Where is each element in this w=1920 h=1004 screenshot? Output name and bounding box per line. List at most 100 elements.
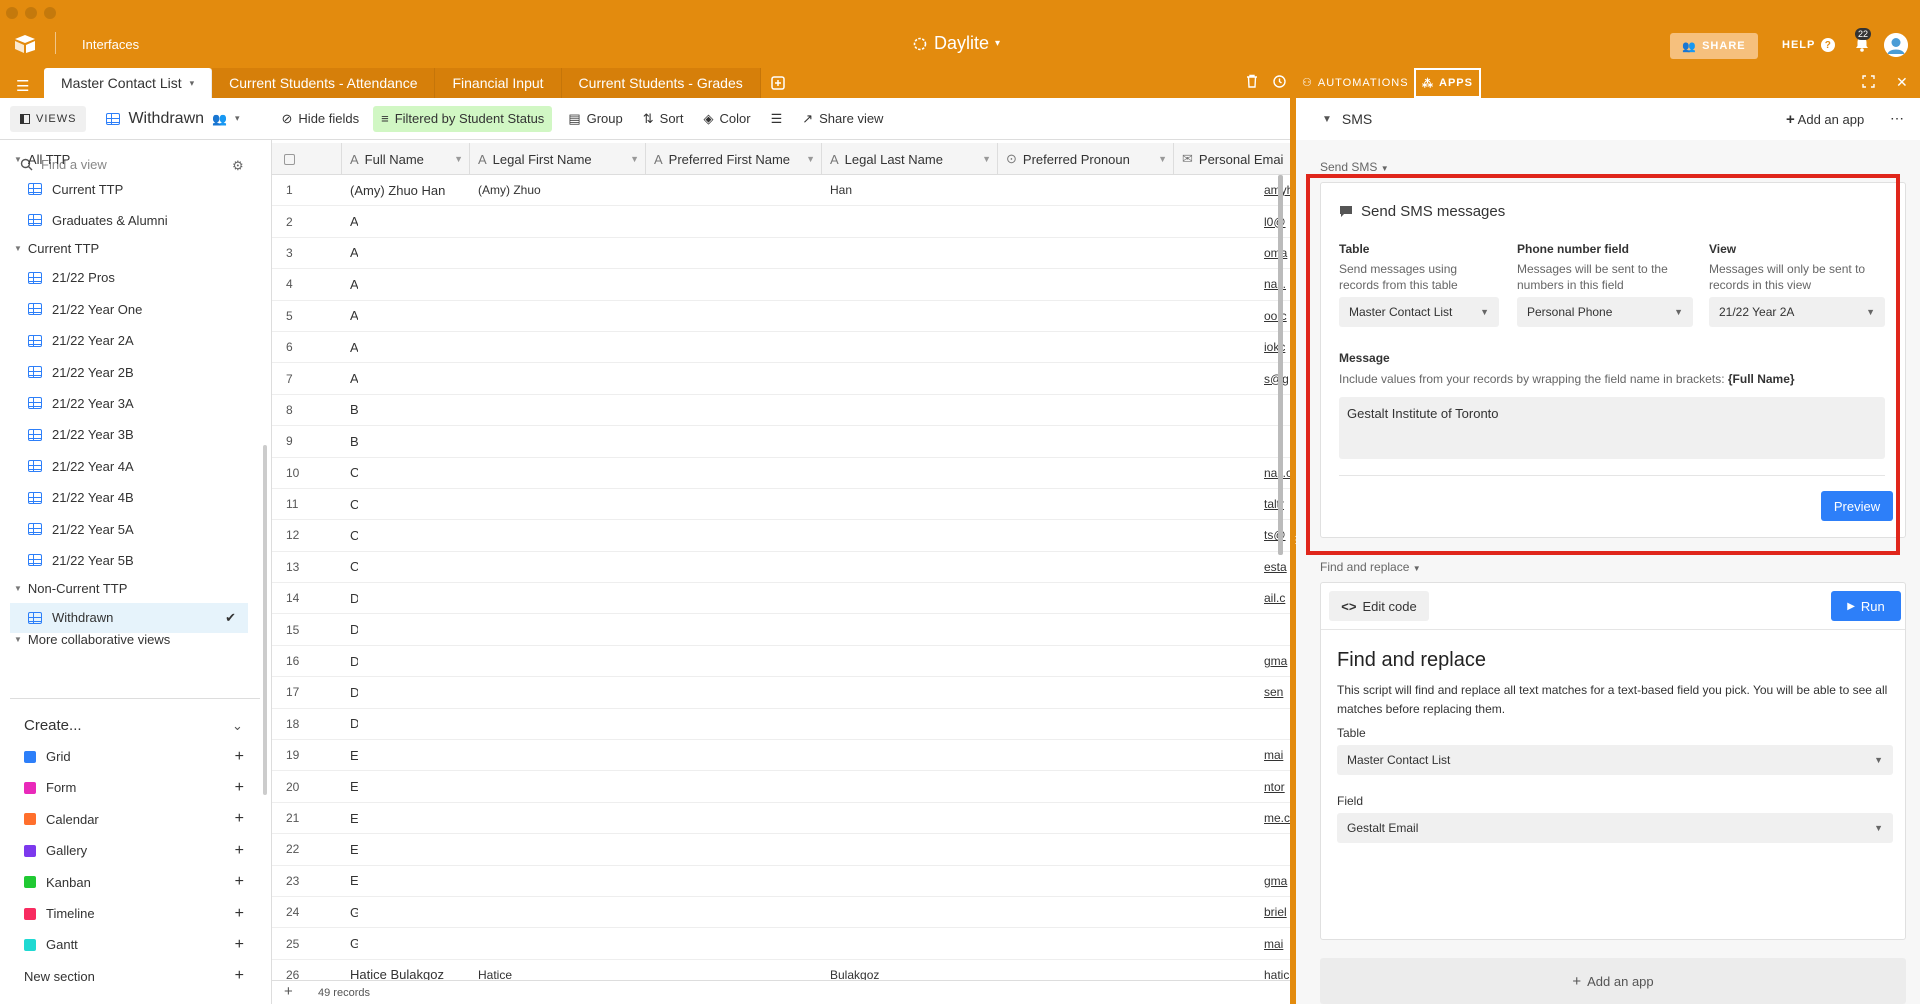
share-view-button[interactable]: ↗ Share view bbox=[794, 106, 891, 132]
sidebar-view-item[interactable]: 21/22 Year 4A bbox=[10, 451, 248, 481]
table-row[interactable]: 11 Ca taltr bbox=[272, 489, 1290, 521]
cell-personal-email[interactable]: sen bbox=[1264, 685, 1290, 699]
column-header-full-name[interactable]: A Full Name ▼ bbox=[342, 143, 470, 175]
table-row[interactable]: 6 Ar iokc bbox=[272, 332, 1290, 364]
phone-field-select[interactable]: Personal Phone ▼ bbox=[1517, 297, 1693, 327]
user-avatar[interactable] bbox=[1884, 33, 1908, 57]
table-row[interactable]: 25 Gr mai bbox=[272, 928, 1290, 960]
add-app-button[interactable]: + Add an app bbox=[1786, 111, 1864, 128]
cell-full-name[interactable]: Da bbox=[342, 654, 358, 669]
sidebar-scrollbar[interactable] bbox=[263, 445, 267, 795]
fr-table-select[interactable]: Master Contact List ▼ bbox=[1337, 745, 1893, 775]
cell-full-name[interactable]: Ec bbox=[342, 748, 358, 763]
create-view-header[interactable]: Create... bbox=[24, 717, 82, 734]
cell-personal-email[interactable]: ts@ bbox=[1264, 528, 1290, 542]
grid-scrollbar[interactable] bbox=[1278, 175, 1283, 555]
run-button[interactable]: ▶ Run bbox=[1831, 591, 1901, 621]
cell-full-name[interactable]: Er bbox=[342, 842, 358, 857]
table-row[interactable]: 24 Ga briel bbox=[272, 897, 1290, 929]
cell-full-name[interactable]: Ca bbox=[342, 497, 358, 512]
sidebar-view-item[interactable]: Graduates & Alumni bbox=[10, 205, 248, 235]
more-icon[interactable]: ⋯ bbox=[1890, 110, 1904, 127]
create-gantt-view[interactable]: Gantt + bbox=[24, 936, 244, 953]
sidebar-section-header[interactable]: ▼ Non-Current TTP bbox=[14, 581, 127, 596]
cell-personal-email[interactable]: mai bbox=[1264, 748, 1290, 762]
share-button[interactable]: 👥 SHARE bbox=[1670, 33, 1758, 59]
cell-full-name[interactable]: Cl bbox=[342, 559, 358, 574]
table-row[interactable]: 12 Ca ts@ bbox=[272, 520, 1290, 552]
gear-icon[interactable]: ⚙ bbox=[232, 158, 244, 174]
table-row[interactable]: 19 Ec mai bbox=[272, 740, 1290, 772]
fr-field-select[interactable]: Gestalt Email ▼ bbox=[1337, 813, 1893, 843]
cell-personal-email[interactable]: ntor bbox=[1264, 780, 1290, 794]
add-app-bottom-button[interactable]: + Add an app bbox=[1320, 958, 1906, 1004]
table-row[interactable]: 15 Da bbox=[272, 614, 1290, 646]
table-select[interactable]: Master Contact List ▼ bbox=[1339, 297, 1499, 327]
help-button[interactable]: HELP ? bbox=[1782, 38, 1836, 52]
select-all-checkbox[interactable] bbox=[272, 143, 342, 175]
tab-current-students-attendance[interactable]: Current Students - Attendance bbox=[212, 68, 436, 98]
cell-legal-last-name[interactable]: Han bbox=[822, 183, 998, 197]
cell-personal-email[interactable]: amyhan1997@gm bbox=[1264, 183, 1290, 197]
minimize-window-button[interactable] bbox=[25, 7, 37, 19]
cell-full-name[interactable]: Er bbox=[342, 811, 358, 826]
sidebar-view-item[interactable]: 21/22 Year 2A bbox=[10, 326, 248, 356]
cell-personal-email[interactable]: taltr bbox=[1264, 497, 1290, 511]
table-row[interactable]: 18 Do bbox=[272, 709, 1290, 741]
hamburger-menu-icon[interactable]: ☰ bbox=[16, 77, 29, 95]
chevron-down-icon[interactable]: ▼ bbox=[1322, 114, 1332, 125]
base-name-dropdown[interactable]: Daylite ▾ bbox=[912, 33, 1000, 54]
cell-full-name[interactable]: Ca bbox=[342, 528, 358, 543]
views-toggle-button[interactable]: VIEWS bbox=[10, 105, 87, 132]
table-row[interactable]: 8 Bi bbox=[272, 395, 1290, 427]
cell-full-name[interactable]: Ar bbox=[342, 308, 358, 323]
cell-personal-email[interactable]: esta bbox=[1264, 560, 1290, 574]
cell-full-name[interactable]: Ar bbox=[342, 340, 358, 355]
column-header-legal-last-name[interactable]: A Legal Last Name ▼ bbox=[822, 143, 998, 175]
cell-personal-email[interactable]: mai bbox=[1264, 937, 1290, 951]
table-row[interactable]: 9 Br bbox=[272, 426, 1290, 458]
maximize-window-button[interactable] bbox=[44, 7, 56, 19]
table-row[interactable]: 5 Ar oo.c bbox=[272, 301, 1290, 332]
tab-master-contact-list[interactable]: Master Contact List ▾ bbox=[44, 68, 213, 98]
close-window-button[interactable] bbox=[6, 7, 18, 19]
tab-current-students-grades[interactable]: Current Students - Grades bbox=[561, 68, 761, 98]
create-form-view[interactable]: Form + bbox=[24, 779, 244, 796]
sidebar-view-item[interactable]: 21/22 Year 4B bbox=[10, 483, 248, 513]
cell-full-name[interactable]: Al bbox=[342, 277, 358, 292]
automations-button[interactable]: ⚇ AUTOMATIONS bbox=[1302, 76, 1409, 90]
sidebar-view-item[interactable]: 21/22 Year 5B bbox=[10, 545, 248, 575]
sidebar-view-item[interactable]: Withdrawn ✔ bbox=[10, 602, 248, 633]
table-row[interactable]: 7 Ar s@g bbox=[272, 363, 1290, 395]
column-header-preferred-first-name[interactable]: A Preferred First Name ▼ bbox=[646, 143, 822, 175]
table-row[interactable]: 16 Da gma bbox=[272, 646, 1290, 678]
table-row[interactable]: 17 De sen bbox=[272, 677, 1290, 709]
cell-personal-email[interactable]: oo.c bbox=[1264, 309, 1290, 323]
chevron-down-icon[interactable]: ⌄ bbox=[232, 718, 243, 734]
tab-financial-input[interactable]: Financial Input bbox=[435, 68, 562, 98]
table-row[interactable]: 20 Eli ntor bbox=[272, 771, 1290, 803]
sidebar-section-header[interactable]: ▼ More collaborative views bbox=[14, 634, 170, 644]
create-timeline-view[interactable]: Timeline + bbox=[24, 905, 244, 922]
cell-legal-first-name[interactable]: (Amy) Zhuo bbox=[470, 183, 822, 197]
new-section-button[interactable]: New section + bbox=[24, 967, 244, 984]
table-row[interactable]: 3 Al oma bbox=[272, 238, 1290, 270]
cell-personal-email[interactable]: iokc bbox=[1264, 340, 1290, 354]
create-kanban-view[interactable]: Kanban + bbox=[24, 873, 244, 890]
cell-full-name[interactable]: Eu bbox=[342, 873, 358, 888]
sidebar-view-item[interactable]: 21/22 Pros bbox=[10, 263, 248, 293]
cell-personal-email[interactable]: gma bbox=[1264, 654, 1290, 668]
cell-personal-email[interactable]: gma bbox=[1264, 874, 1290, 888]
sidebar-view-item[interactable]: 21/22 Year 3A bbox=[10, 388, 248, 418]
sms-app-label[interactable]: Send SMS ▼ bbox=[1320, 160, 1389, 174]
cell-full-name[interactable]: Al bbox=[342, 245, 358, 260]
edit-code-button[interactable]: <> Edit code bbox=[1329, 591, 1429, 621]
add-table-button[interactable] bbox=[770, 68, 785, 98]
hide-fields-button[interactable]: ⊘ Hide fields bbox=[274, 106, 368, 132]
panel-resize-handle[interactable]: ⋮ bbox=[1291, 536, 1301, 558]
cell-personal-email[interactable]: l0@ bbox=[1264, 215, 1290, 229]
chevron-down-icon[interactable]: ▾ bbox=[190, 78, 195, 89]
sidebar-view-item[interactable]: 21/22 Year 2B bbox=[10, 357, 248, 387]
view-select[interactable]: 21/22 Year 2A ▼ bbox=[1709, 297, 1885, 327]
sidebar-view-item[interactable]: 21/22 Year One bbox=[10, 294, 248, 324]
